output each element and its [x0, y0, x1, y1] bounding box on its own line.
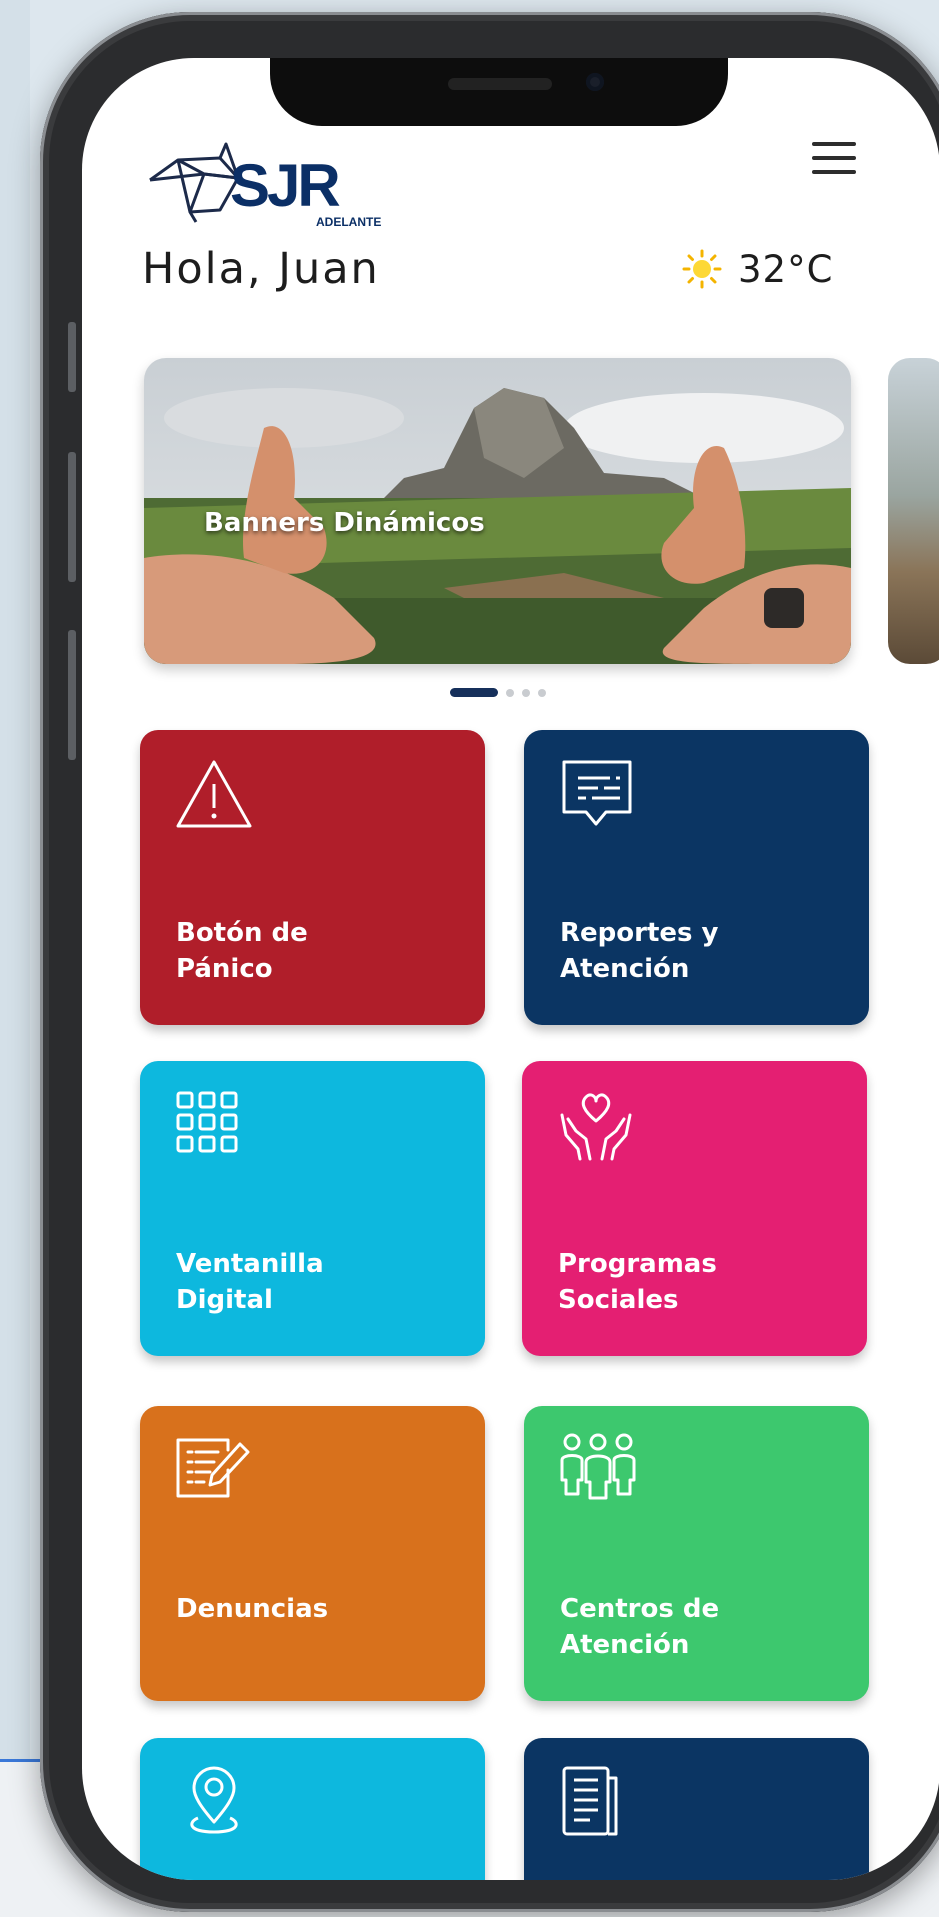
pagination-dot[interactable]: [538, 688, 546, 697]
front-camera-icon: [586, 73, 604, 91]
tile-panic-button[interactable]: Botón de Pánico: [140, 730, 485, 1025]
pagination-dot[interactable]: [522, 688, 530, 697]
tile-label: Centros de Atención: [560, 1594, 720, 1660]
tile-care-centers[interactable]: Centros de Atención: [524, 1406, 869, 1701]
tile-label: Programas Sociales: [558, 1249, 717, 1315]
hands-heart-icon: [560, 1093, 632, 1161]
tile-label: Botón de Pánico: [176, 918, 308, 984]
mute-switch: [68, 322, 76, 392]
greeting-text: Hola, Juan: [142, 244, 380, 294]
speaker-grille: [448, 78, 552, 90]
tile-label: Denuncias: [176, 1594, 329, 1624]
document-edit-icon: [176, 1438, 250, 1498]
tile-label: Reportes y Atención: [560, 918, 719, 984]
pagination-dot[interactable]: [506, 688, 514, 697]
carousel-pagination: [450, 688, 554, 697]
tile-social-programs[interactable]: Programas Sociales: [522, 1061, 867, 1356]
tile-location[interactable]: [140, 1738, 485, 1880]
tile-reports[interactable]: Reportes y Atención: [524, 730, 869, 1025]
people-group-icon: [560, 1433, 636, 1500]
tile-digital-window[interactable]: Ventanilla Digital: [140, 1061, 485, 1356]
logo-subtext: ADELANTE: [316, 215, 381, 229]
app-screen: SJR ADELANTE Hola, Juan 32°C Banners Din…: [82, 58, 939, 1880]
sun-icon: [682, 249, 722, 289]
tile-news[interactable]: [524, 1738, 869, 1880]
volume-down-button: [68, 630, 76, 760]
banner-title: Banners Dinámicos: [204, 508, 485, 538]
grid-icon: [176, 1091, 238, 1153]
location-pin-icon: [190, 1766, 238, 1834]
banner-card[interactable]: Banners Dinámicos: [144, 358, 851, 664]
banner-card-next[interactable]: [888, 358, 939, 664]
hamburger-menu-icon[interactable]: [812, 142, 856, 182]
logo-text: SJR: [230, 152, 340, 219]
weather-widget: 32°C: [682, 244, 833, 294]
phone-notch: [270, 58, 728, 126]
volume-up-button: [68, 452, 76, 582]
chat-report-icon: [562, 760, 632, 826]
temperature: 32°C: [738, 247, 834, 291]
warning-triangle-icon: [176, 760, 252, 828]
background-panel: [0, 0, 30, 1760]
tile-label: Ventanilla Digital: [176, 1249, 324, 1315]
newspaper-icon: [562, 1766, 618, 1836]
app-logo: SJR ADELANTE: [144, 130, 394, 230]
tile-complaints[interactable]: Denuncias: [140, 1406, 485, 1701]
pagination-dot-active[interactable]: [450, 688, 498, 697]
